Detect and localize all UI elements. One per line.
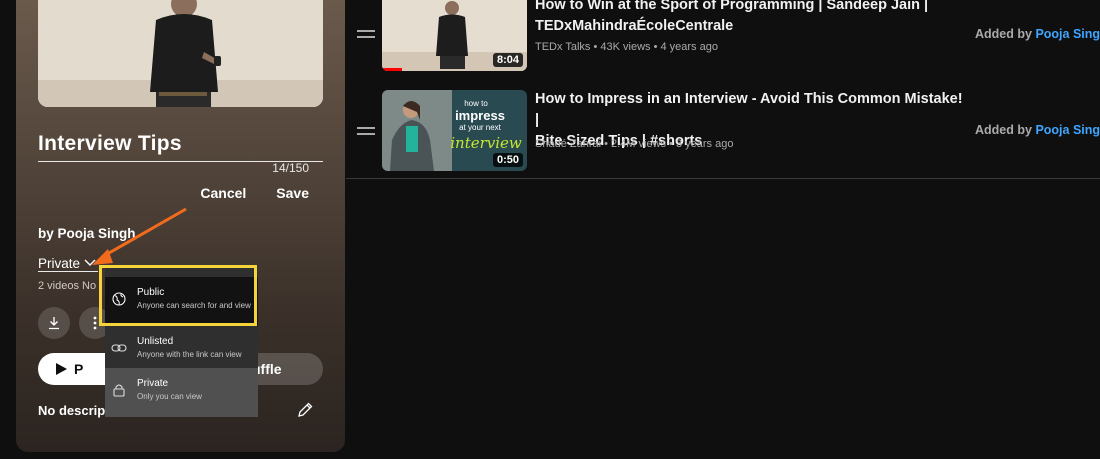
- thumb-caption-3: at your next: [459, 123, 502, 132]
- added-by: Added by Pooja Singh: [975, 123, 1100, 137]
- globe-icon: [111, 291, 127, 307]
- option-label: Public: [137, 287, 165, 298]
- video-title[interactable]: How to Win at the Sport of Programming |…: [535, 0, 965, 37]
- added-by-link[interactable]: Pooja Singh: [1035, 123, 1100, 137]
- playlist-thumbnail[interactable]: [38, 0, 323, 107]
- option-description: Anyone can search for and view: [137, 301, 251, 310]
- thumb-caption-4: interview: [450, 134, 522, 152]
- save-button[interactable]: Save: [276, 185, 309, 201]
- privacy-value: Private: [38, 255, 81, 271]
- char-counter: 14/150: [272, 161, 309, 175]
- thumb-caption-1: how to: [464, 99, 488, 108]
- pencil-icon: [298, 402, 313, 417]
- duration-badge: 8:04: [492, 53, 523, 67]
- playlist-title-field[interactable]: Interview Tips: [38, 132, 323, 162]
- edit-description-button[interactable]: [296, 401, 314, 424]
- added-by-prefix: Added by: [975, 27, 1032, 41]
- playlist-description[interactable]: No descripti: [38, 403, 113, 418]
- option-description: Anyone with the link can view: [137, 350, 242, 359]
- duration-badge: 0:50: [492, 153, 523, 167]
- link-icon: [111, 340, 127, 356]
- play-icon: [56, 363, 67, 375]
- download-button[interactable]: [38, 307, 70, 339]
- video-thumbnail[interactable]: how to impress at your next interview 0:…: [382, 90, 527, 171]
- edit-actions: Cancel Save: [200, 185, 309, 201]
- playlist-video-row[interactable]: how to impress at your next interview 0:…: [346, 86, 1100, 176]
- list-divider: [346, 178, 1100, 179]
- play-all-label: P: [74, 361, 84, 377]
- thumb-caption-2: impress: [455, 108, 505, 123]
- playlist-video-row[interactable]: 8:04 How to Win at the Sport of Programm…: [346, 0, 1100, 75]
- option-description: Only you can view: [137, 392, 202, 401]
- more-vert-icon: [93, 316, 97, 330]
- download-icon: [49, 317, 59, 330]
- drag-handle-icon[interactable]: [357, 30, 375, 42]
- privacy-option-private[interactable]: Private Only you can view: [105, 368, 258, 417]
- video-thumbnail[interactable]: 8:04: [382, 0, 527, 71]
- privacy-menu: Public Anyone can search for and view Un…: [105, 265, 258, 417]
- privacy-option-public[interactable]: Public Anyone can search for and view: [105, 277, 258, 326]
- option-label: Private: [137, 378, 169, 389]
- video-meta: TEDx Talks • 43K views • 4 years ago: [535, 41, 718, 53]
- added-by: Added by Pooja Singh: [975, 27, 1100, 41]
- video-title-line: How to Impress in an Interview - Avoid T…: [535, 91, 963, 128]
- video-meta: Shadé Zahrai • 2.4M views • 3 years ago: [535, 138, 734, 150]
- video-title-line: How to Win at the Sport of Programming |…: [535, 0, 929, 13]
- speaker-figure: [38, 0, 323, 107]
- added-by-link[interactable]: Pooja Singh: [1035, 27, 1100, 41]
- option-label: Unlisted: [137, 336, 174, 347]
- annotation-arrow: [92, 207, 187, 265]
- playlist-title-input[interactable]: Interview Tips: [38, 132, 182, 155]
- drag-handle-icon[interactable]: [357, 127, 375, 139]
- video-title-line: TEDxMahindraÉcoleCentrale: [535, 18, 734, 34]
- added-by-prefix: Added by: [975, 123, 1032, 137]
- lock-icon: [111, 382, 127, 398]
- cancel-button[interactable]: Cancel: [200, 185, 246, 201]
- playlist-meta: 2 videos No: [38, 280, 97, 292]
